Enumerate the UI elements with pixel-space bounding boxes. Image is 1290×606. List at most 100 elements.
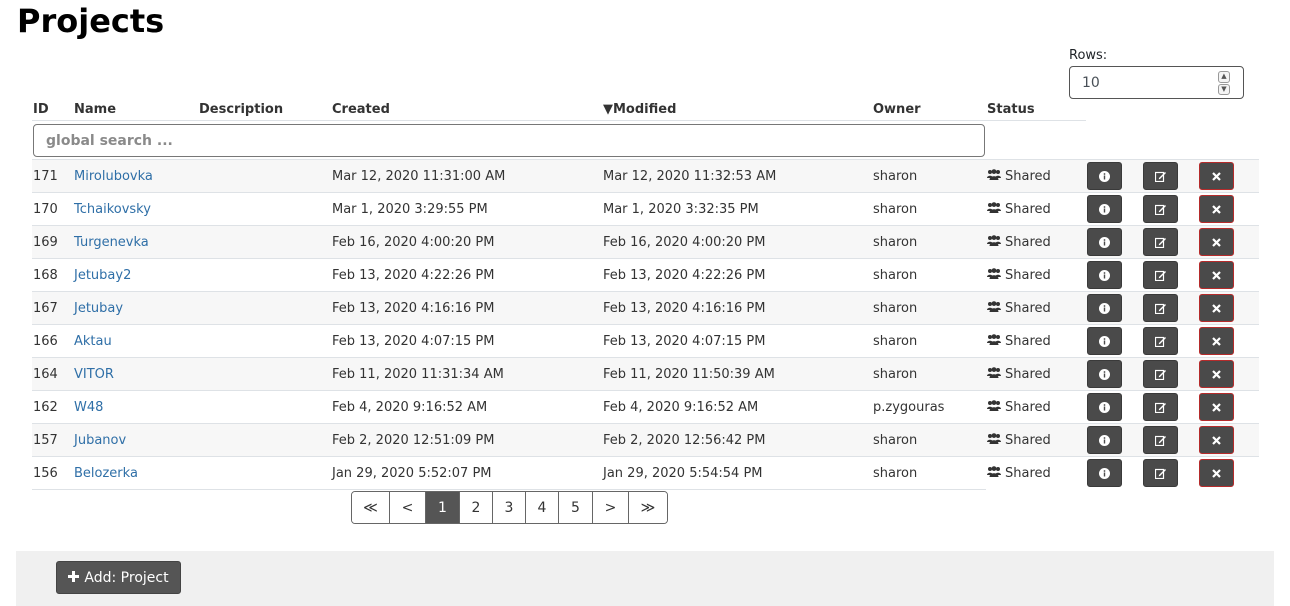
info-button[interactable] <box>1087 261 1122 289</box>
project-name-link[interactable]: Jetubay <box>74 292 123 325</box>
header-status[interactable]: Status <box>987 102 1035 117</box>
cell-id: 170 <box>33 202 58 217</box>
page-button-2[interactable]: 2 <box>460 492 493 523</box>
info-button[interactable] <box>1087 327 1122 355</box>
status-label: Shared <box>1005 268 1051 283</box>
status-label: Shared <box>1005 301 1051 316</box>
edit-button[interactable] <box>1143 162 1178 190</box>
project-name-link[interactable]: VITOR <box>74 358 114 391</box>
edit-icon <box>1154 435 1167 446</box>
header-id[interactable]: ID <box>33 102 49 117</box>
info-button[interactable] <box>1087 393 1122 421</box>
project-name-link[interactable]: Aktau <box>74 325 112 358</box>
info-button[interactable] <box>1087 459 1122 487</box>
info-button[interactable] <box>1087 195 1122 223</box>
delete-button[interactable] <box>1199 195 1234 223</box>
cell-owner: sharon <box>873 235 918 250</box>
edit-button[interactable] <box>1143 228 1178 256</box>
info-circle-icon <box>1099 467 1110 479</box>
cell-status: Shared <box>987 391 1051 424</box>
edit-button[interactable] <box>1143 360 1178 388</box>
header-owner[interactable]: Owner <box>873 102 921 117</box>
delete-button[interactable] <box>1199 162 1234 190</box>
edit-button[interactable] <box>1143 426 1178 454</box>
edit-button[interactable] <box>1143 327 1178 355</box>
cell-id: 164 <box>33 367 58 382</box>
project-name-link[interactable]: Jubanov <box>74 424 126 457</box>
status-label: Shared <box>1005 433 1051 448</box>
table-row: 170 Tchaikovsky Mar 1, 2020 3:29:55 PM Mar … <box>32 192 1259 225</box>
delete-button[interactable] <box>1199 228 1234 256</box>
info-button[interactable] <box>1087 360 1122 388</box>
edit-icon <box>1154 171 1167 182</box>
cell-owner: sharon <box>873 367 918 382</box>
delete-button[interactable] <box>1199 327 1234 355</box>
table-row: 167 Jetubay Feb 13, 2020 4:16:16 PM Feb 13,… <box>32 291 1259 324</box>
close-icon <box>1212 435 1221 445</box>
table-row: 162 W48 Feb 4, 2020 9:16:52 AM Feb 4, 2020 … <box>32 390 1259 423</box>
table-bottom-divider <box>32 489 986 490</box>
project-name-link[interactable]: Mirolubovka <box>74 160 153 193</box>
page-button-first[interactable]: ≪ <box>352 492 390 523</box>
delete-button[interactable] <box>1199 426 1234 454</box>
header-description[interactable]: Description <box>199 102 283 117</box>
project-name-link[interactable]: Tchaikovsky <box>74 193 151 226</box>
edit-button[interactable] <box>1143 294 1178 322</box>
project-name-link[interactable]: Jetubay2 <box>74 259 131 292</box>
info-button[interactable] <box>1087 294 1122 322</box>
edit-button[interactable] <box>1143 261 1178 289</box>
table-row: 168 Jetubay2 Feb 13, 2020 4:22:26 PM Feb 13… <box>32 258 1259 291</box>
header-name[interactable]: Name <box>74 102 116 117</box>
add-project-button[interactable]: Add: Project <box>56 561 181 594</box>
cell-id: 167 <box>33 301 58 316</box>
delete-button[interactable] <box>1199 393 1234 421</box>
cell-created: Jan 29, 2020 5:52:07 PM <box>332 466 492 481</box>
edit-icon <box>1154 468 1167 479</box>
header-modified[interactable]: ▼Modified <box>603 102 676 117</box>
cell-status: Shared <box>987 325 1051 358</box>
chevron-down-icon[interactable]: ▼ <box>1218 83 1230 95</box>
page-button-last[interactable]: ≫ <box>629 492 667 523</box>
info-button[interactable] <box>1087 162 1122 190</box>
page-button-next[interactable]: > <box>593 492 629 523</box>
cell-modified: Feb 13, 2020 4:07:15 PM <box>603 334 766 349</box>
rows-input[interactable]: 10 ▲ ▼ <box>1069 66 1244 99</box>
page-button-1[interactable]: 1 <box>426 492 460 523</box>
cell-modified: Feb 13, 2020 4:22:26 PM <box>603 268 766 283</box>
edit-button[interactable] <box>1143 459 1178 487</box>
cell-id: 166 <box>33 334 58 349</box>
page-button-3[interactable]: 3 <box>493 492 526 523</box>
users-icon <box>987 457 1001 490</box>
project-name-link[interactable]: W48 <box>74 391 103 424</box>
page-button-prev[interactable]: < <box>390 492 426 523</box>
status-label: Shared <box>1005 235 1051 250</box>
project-name-link[interactable]: Belozerka <box>74 457 138 490</box>
delete-button[interactable] <box>1199 294 1234 322</box>
pagination: ≪ <1 2 3 4 5 > ≫ <box>351 491 668 524</box>
cell-created: Feb 11, 2020 11:31:34 AM <box>332 367 504 382</box>
cell-created: Feb 4, 2020 9:16:52 AM <box>332 400 488 415</box>
chevron-up-icon[interactable]: ▲ <box>1218 71 1230 83</box>
edit-button[interactable] <box>1143 393 1178 421</box>
info-circle-icon <box>1099 269 1110 281</box>
cell-modified: Feb 4, 2020 9:16:52 AM <box>603 400 759 415</box>
info-button[interactable] <box>1087 426 1122 454</box>
delete-button[interactable] <box>1199 459 1234 487</box>
status-label: Shared <box>1005 466 1051 481</box>
cell-modified: Jan 29, 2020 5:54:54 PM <box>603 466 763 481</box>
page-button-4[interactable]: 4 <box>526 492 559 523</box>
header-created[interactable]: Created <box>332 102 390 117</box>
project-name-link[interactable]: Turgenevka <box>74 226 149 259</box>
info-button[interactable] <box>1087 228 1122 256</box>
delete-button[interactable] <box>1199 261 1234 289</box>
header-divider <box>32 120 1086 121</box>
table-row: 157 Jubanov Feb 2, 2020 12:51:09 PM Feb 2, … <box>32 423 1259 456</box>
cell-id: 156 <box>33 466 58 481</box>
global-search-input[interactable] <box>33 124 985 157</box>
cell-modified: Mar 1, 2020 3:32:35 PM <box>603 202 759 217</box>
cell-id: 169 <box>33 235 58 250</box>
delete-button[interactable] <box>1199 360 1234 388</box>
edit-button[interactable] <box>1143 195 1178 223</box>
page-button-5[interactable]: 5 <box>559 492 593 523</box>
rows-spinner[interactable]: ▲ ▼ <box>1218 71 1230 95</box>
